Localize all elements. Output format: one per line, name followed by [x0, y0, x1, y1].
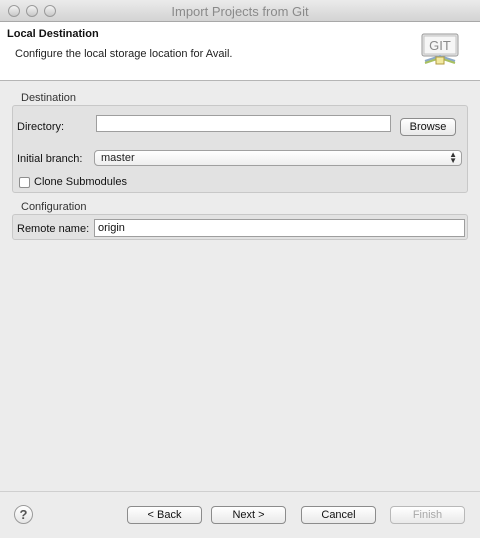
clone-submodules-checkbox[interactable]: [19, 177, 30, 188]
remote-name-input[interactable]: [94, 219, 465, 237]
clone-submodules-label: Clone Submodules: [34, 176, 127, 188]
chevron-updown-icon: ▲ ▼: [449, 150, 457, 165]
configuration-group-label: Configuration: [21, 201, 87, 213]
destination-group-label: Destination: [21, 92, 77, 104]
help-icon[interactable]: ?: [14, 505, 33, 524]
initial-branch-value: master: [101, 152, 135, 164]
browse-button[interactable]: Browse: [400, 118, 456, 136]
git-logo-text: GIT: [429, 38, 451, 53]
window-title: Import Projects from Git: [171, 4, 309, 19]
remote-name-label: Remote name:: [17, 223, 90, 235]
initial-branch-label: Initial branch:: [17, 153, 83, 165]
footer-divider: [0, 491, 480, 492]
finish-button[interactable]: Finish: [390, 506, 465, 524]
back-button[interactable]: < Back: [127, 506, 202, 524]
directory-input[interactable]: [96, 115, 391, 132]
page-description: Configure the local storage location for…: [15, 48, 233, 60]
window-titlebar: Import Projects from Git: [0, 0, 480, 22]
directory-label: Directory:: [17, 121, 65, 133]
initial-branch-select[interactable]: master ▲ ▼: [94, 150, 462, 166]
next-button[interactable]: Next >: [211, 506, 286, 524]
page-title: Local Destination: [7, 28, 99, 40]
cancel-button[interactable]: Cancel: [301, 506, 376, 524]
git-logo-icon: GIT: [421, 33, 459, 65]
wizard-header: Local Destination Configure the local st…: [0, 22, 480, 81]
